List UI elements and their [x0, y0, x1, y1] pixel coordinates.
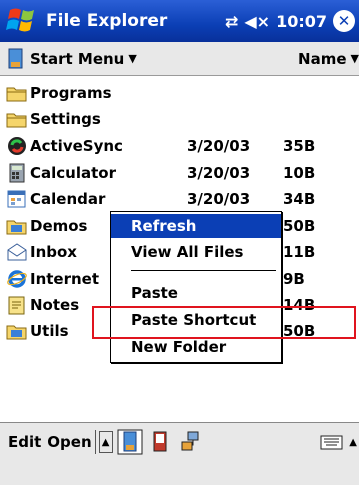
list-item[interactable]: Calculator 3/20/03 10B — [0, 160, 359, 186]
current-folder-label: Start Menu — [30, 49, 125, 68]
start-menu-folder-icon — [8, 48, 23, 68]
calculator-icon — [6, 163, 28, 183]
sort-chevron-icon: ▼ — [350, 52, 359, 65]
file-size: 9B — [283, 270, 305, 288]
notes-icon — [6, 295, 28, 315]
folder-icon — [6, 83, 28, 103]
folder-bar: Start Menu ▼ Name ▼ — [0, 42, 359, 76]
up-arrow-button[interactable]: ▲ — [98, 431, 113, 453]
highlight-box — [92, 306, 356, 339]
folder-dropdown[interactable]: Start Menu ▼ — [8, 48, 298, 70]
storage-card-icon[interactable] — [147, 429, 173, 455]
keyboard-icon[interactable] — [319, 429, 345, 455]
file-name: Calendar — [30, 190, 106, 208]
volume-icon[interactable]: ◀× — [244, 12, 270, 31]
sort-label: Name — [298, 49, 347, 68]
folder-icon — [6, 109, 28, 129]
context-menu: Refresh View All Files Paste Paste Short… — [110, 211, 282, 363]
calendar-icon — [6, 189, 28, 209]
file-date: 3/20/03 — [187, 190, 251, 208]
menu-item-view-all-files[interactable]: View All Files — [111, 240, 281, 264]
menu-item-paste[interactable]: Paste — [111, 281, 281, 305]
demos-folder-icon — [6, 216, 28, 236]
file-name: Settings — [30, 110, 101, 128]
edit-menu-button[interactable]: Edit — [8, 433, 41, 451]
list-item[interactable]: Programs — [0, 80, 359, 106]
close-icon[interactable]: ✕ — [333, 10, 355, 32]
title-bar: File Explorer ⇄ ◀× 10:07 ✕ — [0, 0, 359, 42]
list-item[interactable]: ActiveSync 3/20/03 35B — [0, 133, 359, 159]
file-date: 3/20/03 — [187, 164, 251, 182]
file-size: 11B — [283, 243, 316, 261]
network-share-icon[interactable] — [177, 429, 203, 455]
utils-folder-icon — [6, 321, 28, 341]
file-date: 3/20/03 — [187, 137, 251, 155]
app-title: File Explorer — [46, 11, 168, 31]
input-method-chevron-icon[interactable]: ▲ — [349, 437, 357, 448]
connectivity-icon[interactable]: ⇄ — [225, 12, 238, 31]
file-name: Programs — [30, 84, 112, 102]
start-menu-folder-icon[interactable] — [117, 429, 143, 455]
menu-separator — [131, 270, 276, 271]
list-item[interactable]: Calendar 3/20/03 34B — [0, 186, 359, 212]
file-name: ActiveSync — [30, 137, 123, 155]
activesync-icon — [6, 136, 28, 156]
file-size: 35B — [283, 137, 316, 155]
chevron-down-icon: ▼ — [128, 52, 137, 65]
file-size: 10B — [283, 164, 316, 182]
start-menu-flag-icon[interactable] — [4, 4, 40, 38]
file-name: Calculator — [30, 164, 116, 182]
menu-item-refresh[interactable]: Refresh — [111, 214, 281, 238]
inbox-icon — [6, 242, 28, 262]
sort-dropdown[interactable]: Name ▼ — [298, 50, 359, 68]
file-size: 50B — [283, 217, 316, 235]
list-item[interactable]: Settings — [0, 106, 359, 132]
bottom-command-bar: Edit Open ▲ ▲ — [0, 422, 359, 485]
open-button[interactable]: Open — [47, 433, 91, 451]
toolbar-separator — [94, 430, 96, 454]
file-size: 34B — [283, 190, 316, 208]
clock-time[interactable]: 10:07 — [276, 12, 327, 31]
internet-explorer-icon — [6, 269, 28, 289]
